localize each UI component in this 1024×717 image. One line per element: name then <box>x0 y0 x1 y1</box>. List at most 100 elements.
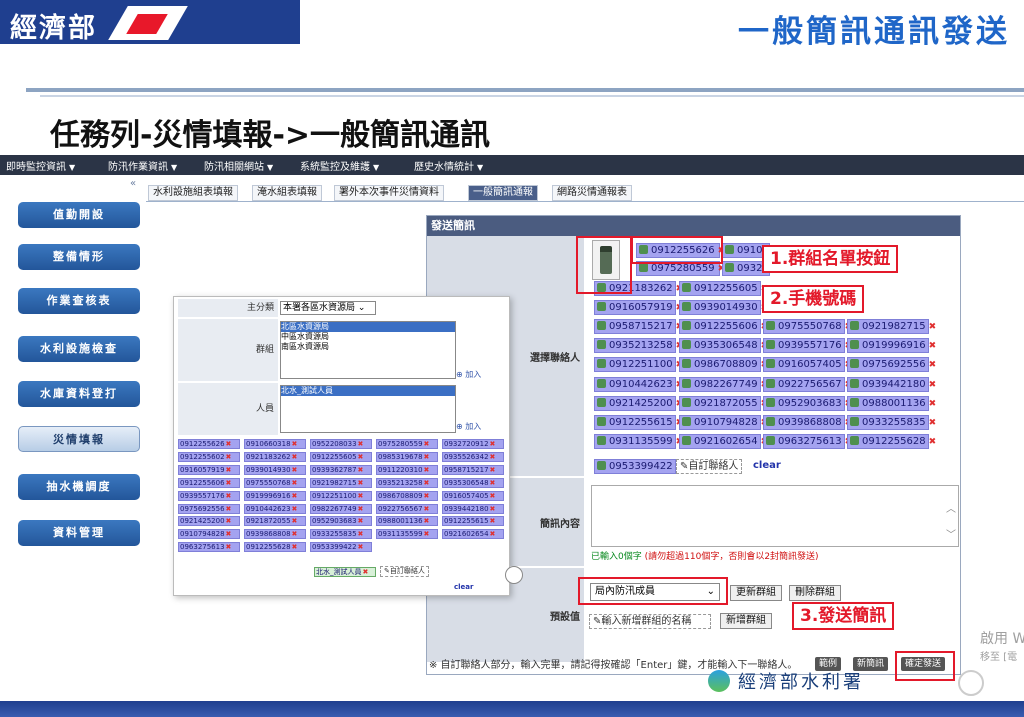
remove-icon[interactable]: ✖ <box>358 530 364 538</box>
popup-phone-chip[interactable]: 0910442623✖ <box>244 503 306 514</box>
remove-icon[interactable]: ✖ <box>490 517 496 525</box>
popup-phone-chip[interactable]: 0988001136✖ <box>376 516 438 527</box>
list-item[interactable]: 北區水資源局 <box>281 322 455 332</box>
tab-web-report[interactable]: 網路災情通報表 <box>552 185 632 201</box>
remove-icon[interactable]: ✖ <box>358 492 364 500</box>
popup-phone-chip[interactable]: 0953399422✖ <box>310 542 372 553</box>
popup-phone-chip[interactable]: 0921425200✖ <box>178 516 240 527</box>
popup-phone-chip[interactable]: 0916057405✖ <box>442 490 504 501</box>
remove-icon[interactable]: ✖ <box>929 359 937 372</box>
phone-chip[interactable]: 0912255628 ✖ <box>847 434 936 450</box>
add-group-button[interactable]: 新增群組 <box>720 613 772 629</box>
sidebar-item-data-mgmt[interactable]: 資料管理 <box>18 520 140 546</box>
popup-phone-chip[interactable]: 0939868808✖ <box>244 529 306 540</box>
phone-chip[interactable]: 0912251100✖ <box>594 357 683 373</box>
remove-icon[interactable]: ✖ <box>490 466 496 474</box>
popup-phone-chip[interactable]: 0939014930✖ <box>244 464 306 475</box>
popup-phone-chip[interactable]: 0921602654✖ <box>442 529 504 540</box>
popup-phone-chip[interactable]: 0933255835✖ <box>310 529 372 540</box>
phone-chip[interactable]: 0919996916 ✖ <box>847 338 936 354</box>
phone-chip[interactable]: 0939868808✖ <box>763 415 852 430</box>
remove-icon[interactable]: ✖ <box>292 505 298 513</box>
remove-icon[interactable]: ✖ <box>929 398 937 411</box>
phone-chip[interactable]: 0935306548✖ <box>679 338 768 354</box>
phone-chip[interactable]: 0916057405✖ <box>763 357 852 373</box>
phone-chip[interactable]: 0988001136 ✖ <box>847 395 936 411</box>
remove-icon[interactable]: ✖ <box>424 517 430 525</box>
remove-icon[interactable]: ✖ <box>490 505 496 513</box>
remove-icon[interactable]: ✖ <box>929 417 937 430</box>
popup-phone-chip[interactable]: 0935526342✖ <box>442 451 504 462</box>
sidebar-item-duty[interactable]: 值勤開設 <box>18 202 140 228</box>
phone-chip[interactable]: 0910794828✖ <box>679 415 768 430</box>
remove-icon[interactable]: ✖ <box>490 492 496 500</box>
remove-icon[interactable]: ✖ <box>490 453 496 461</box>
phone-chip[interactable]: 0939442180 ✖ <box>847 376 936 392</box>
new-group-input[interactable]: ✎輸入新增群組的名稱 <box>589 614 711 629</box>
tab-facility-form[interactable]: 水利設施組表填報 <box>148 185 238 201</box>
phone-chip[interactable]: 0935213258✖ <box>594 338 683 354</box>
popup-phone-chip[interactable]: 0939557176✖ <box>178 490 240 501</box>
remove-icon[interactable]: ✖ <box>292 453 298 461</box>
remove-icon[interactable]: ✖ <box>358 466 364 474</box>
popup-phone-chip[interactable]: 0912255626✖ <box>178 439 240 449</box>
remove-icon[interactable]: ✖ <box>929 379 937 392</box>
remove-icon[interactable]: ✖ <box>292 543 298 551</box>
remove-icon[interactable]: ✖ <box>424 440 430 448</box>
menu-item-ops[interactable]: 防汛作業資訊 ▼ <box>108 158 177 173</box>
phone-chip[interactable]: 0975550768✖ <box>763 319 852 334</box>
delete-group-button[interactable]: 刪除群組 <box>789 585 841 601</box>
remove-icon[interactable]: ✖ <box>226 492 232 500</box>
add-person-button[interactable]: ⊕ 加入 <box>456 421 481 432</box>
popup-clear-link[interactable]: clear <box>454 583 473 591</box>
popup-phone-chip[interactable]: 0921872055✖ <box>244 516 306 527</box>
popup-phone-chip[interactable]: 0912255628✖ <box>244 542 306 553</box>
menu-item-realtime[interactable]: 即時監控資訊 ▼ <box>6 158 75 173</box>
main-category-select[interactable]: 本署各區水資源局 ⌄ <box>280 301 376 315</box>
tab-flood-form[interactable]: 淹水組表填報 <box>252 185 322 201</box>
popup-phone-chip[interactable]: 0963275613✖ <box>178 542 240 553</box>
remove-icon[interactable]: ✖ <box>490 440 496 448</box>
popup-phone-chip[interactable]: 0912251100✖ <box>310 490 372 501</box>
popup-phone-chip[interactable]: 0919996916✖ <box>244 490 306 501</box>
popup-phone-chip[interactable]: 0921183262✖ <box>244 451 306 462</box>
remove-icon[interactable]: ✖ <box>424 453 430 461</box>
group-listbox[interactable]: 北區水資源局 中區水資源局 南區水資源局 <box>280 321 456 379</box>
sidebar-item-readiness[interactable]: 整備情形 <box>18 244 140 270</box>
remove-icon[interactable]: ✖ <box>292 492 298 500</box>
remove-icon[interactable]: ✖ <box>424 505 430 513</box>
popup-phone-chip[interactable]: 0958715217✖ <box>442 464 504 475</box>
popup-phone-chip[interactable]: 0912255605✖ <box>310 451 372 462</box>
message-textarea[interactable]: ︿ ﹀ <box>591 485 959 547</box>
sidebar-item-checklist[interactable]: 作業查核表 <box>18 288 140 314</box>
remove-icon[interactable]: ✖ <box>292 517 298 525</box>
list-item[interactable]: 南區水資源局 <box>281 342 455 352</box>
remove-icon[interactable]: ✖ <box>358 479 364 487</box>
phone-chip[interactable]: 0986708809✖ <box>679 357 768 373</box>
remove-icon[interactable]: ✖ <box>424 492 430 500</box>
phone-chip[interactable]: 0921872055✖ <box>679 395 768 411</box>
popup-phone-chip[interactable]: 0935306548✖ <box>442 477 504 488</box>
remove-icon[interactable]: ✖ <box>358 505 364 513</box>
popup-phone-chip[interactable]: 0932720912✖ <box>442 439 504 449</box>
popup-phone-chip[interactable]: 0921982715✖ <box>310 477 372 488</box>
popup-phone-chip[interactable]: 0952903683✖ <box>310 516 372 527</box>
phone-chip[interactable]: 0912255615✖ <box>594 415 683 430</box>
remove-icon[interactable]: ✖ <box>358 453 364 461</box>
tab-sms[interactable]: 一般簡訊通報 <box>468 185 538 201</box>
popup-phone-chip[interactable]: 0985319678✖ <box>376 451 438 462</box>
scroll-down-icon[interactable]: ﹀ <box>946 526 956 541</box>
popup-phone-chip[interactable]: 0931135599✖ <box>376 529 438 540</box>
remove-icon[interactable]: ✖ <box>490 479 496 487</box>
phone-chip[interactable]: 0963275613✖ <box>763 434 852 450</box>
phone-chip[interactable]: 0953399422✖ <box>594 459 683 474</box>
slide-nav-button[interactable] <box>958 670 984 696</box>
popup-phone-chip[interactable]: 0952208033✖ <box>310 439 372 449</box>
remove-icon[interactable]: ✖ <box>929 436 937 449</box>
remove-icon[interactable]: ✖ <box>226 453 232 461</box>
remove-icon[interactable]: ✖ <box>929 321 937 334</box>
popup-phone-chip[interactable]: 0939362787✖ <box>310 464 372 475</box>
popup-phone-chip[interactable]: 0986708809✖ <box>376 490 438 501</box>
remove-icon[interactable]: ✖ <box>929 340 937 353</box>
remove-icon[interactable]: ✖ <box>292 466 298 474</box>
